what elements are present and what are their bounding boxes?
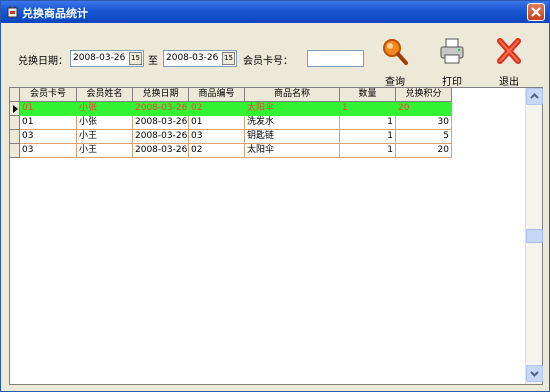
to-label: 至: [148, 56, 158, 67]
points-cell[interactable]: 20: [396, 102, 452, 116]
date-from-picker[interactable]: 2008-03-26 15: [70, 50, 144, 67]
column-header[interactable]: 商品编号: [189, 88, 245, 102]
date-to-picker[interactable]: 2008-03-26 15: [163, 50, 237, 67]
date-from-value: 2008-03-26: [73, 53, 126, 63]
print-button[interactable]: 打印: [430, 37, 474, 88]
card-label: 会员卡号：: [243, 56, 293, 67]
row-indicator: [10, 144, 20, 158]
exit-icon: [497, 38, 521, 64]
card-number-input[interactable]: [307, 50, 364, 67]
product-cell[interactable]: 洗发水: [245, 116, 340, 130]
points-cell[interactable]: 5: [396, 130, 452, 144]
table-row[interactable]: 01 小张 2008-03-26 02 太阳伞 1 20: [10, 102, 452, 116]
date-cell[interactable]: 2008-03-26: [133, 144, 189, 158]
query-label: 查询: [385, 77, 405, 88]
table-row[interactable]: 01 小张 2008-03-26 01 洗发水 1 30: [10, 116, 452, 130]
search-icon: [383, 39, 408, 65]
date-cell[interactable]: 2008-03-26: [133, 116, 189, 130]
card-cell[interactable]: 03: [20, 130, 77, 144]
exit-button[interactable]: 退出: [487, 37, 531, 88]
name-cell[interactable]: 小张: [77, 116, 133, 130]
quantity-cell[interactable]: 1: [340, 144, 396, 158]
column-header[interactable]: 会员姓名: [77, 88, 133, 102]
quantity-cell[interactable]: 1: [340, 116, 396, 130]
points-cell[interactable]: 20: [396, 144, 452, 158]
chevron-up-icon: [530, 93, 539, 99]
query-button[interactable]: 查询: [373, 37, 417, 88]
card-cell[interactable]: 03: [20, 144, 77, 158]
row-indicator: [10, 130, 20, 144]
code-cell[interactable]: 02: [189, 144, 245, 158]
filter-toolbar: 兑换日期： 2008-03-26 15 至 2008-03-26 15 会员卡号…: [1, 23, 549, 88]
column-header[interactable]: 兑换积分: [396, 88, 452, 102]
column-header[interactable]: 商品名称: [245, 88, 340, 102]
close-button[interactable]: [527, 3, 545, 21]
date-label: 兑换日期：: [18, 56, 68, 67]
calendar-button[interactable]: 15: [222, 52, 235, 65]
calendar-button[interactable]: 15: [129, 52, 142, 65]
name-cell[interactable]: 小王: [77, 144, 133, 158]
exchange-grid[interactable]: 会员卡号 会员姓名 兑换日期 商品编号 商品名称 数量 兑换积分 01 小张 2…: [9, 87, 543, 385]
product-cell[interactable]: 太阳伞: [245, 144, 340, 158]
product-cell[interactable]: 钥匙链: [245, 130, 340, 144]
chevron-down-icon: [530, 371, 539, 377]
printer-icon: [440, 38, 464, 64]
points-cell[interactable]: 30: [396, 116, 452, 130]
print-label: 打印: [442, 77, 462, 88]
code-cell[interactable]: 01: [189, 116, 245, 130]
name-cell[interactable]: 小王: [77, 130, 133, 144]
date-to-value: 2008-03-26: [166, 53, 219, 63]
name-cell[interactable]: 小张: [77, 102, 133, 116]
card-cell[interactable]: 01: [20, 116, 77, 130]
column-header[interactable]: 兑换日期: [133, 88, 189, 102]
title-bar[interactable]: 兑换商品统计: [1, 1, 549, 23]
card-cell[interactable]: 01: [20, 102, 77, 116]
dialog-window: 兑换商品统计 兑换日期： 2008-03-26 15 至 2008-03-26 …: [0, 0, 550, 392]
current-row-pointer: [10, 102, 20, 116]
date-cell[interactable]: 2008-03-26: [133, 130, 189, 144]
scroll-down-button[interactable]: [526, 365, 543, 382]
table-row[interactable]: 03 小王 2008-03-26 03 钥匙链 1 5: [10, 130, 452, 144]
row-indicator: [10, 116, 20, 130]
quantity-cell[interactable]: 1: [340, 102, 396, 116]
column-header[interactable]: 数量: [340, 88, 396, 102]
date-cell[interactable]: 2008-03-26: [133, 102, 189, 116]
app-icon: [6, 5, 19, 18]
scroll-thumb[interactable]: [526, 229, 543, 243]
product-cell[interactable]: 太阳伞: [245, 102, 340, 116]
code-cell[interactable]: 03: [189, 130, 245, 144]
column-header[interactable]: 会员卡号: [20, 88, 77, 102]
scroll-up-button[interactable]: [526, 88, 543, 105]
table-row[interactable]: 03 小王 2008-03-26 02 太阳伞 1 20: [10, 144, 452, 158]
row-indicator-header: [10, 88, 20, 102]
quantity-cell[interactable]: 1: [340, 130, 396, 144]
grid-header-row: 会员卡号 会员姓名 兑换日期 商品编号 商品名称 数量 兑换积分: [10, 88, 452, 102]
close-icon: [531, 7, 541, 17]
code-cell[interactable]: 02: [189, 102, 245, 116]
window-title: 兑换商品统计: [22, 7, 88, 20]
vertical-scrollbar[interactable]: [525, 88, 543, 384]
exit-label: 退出: [499, 77, 519, 88]
